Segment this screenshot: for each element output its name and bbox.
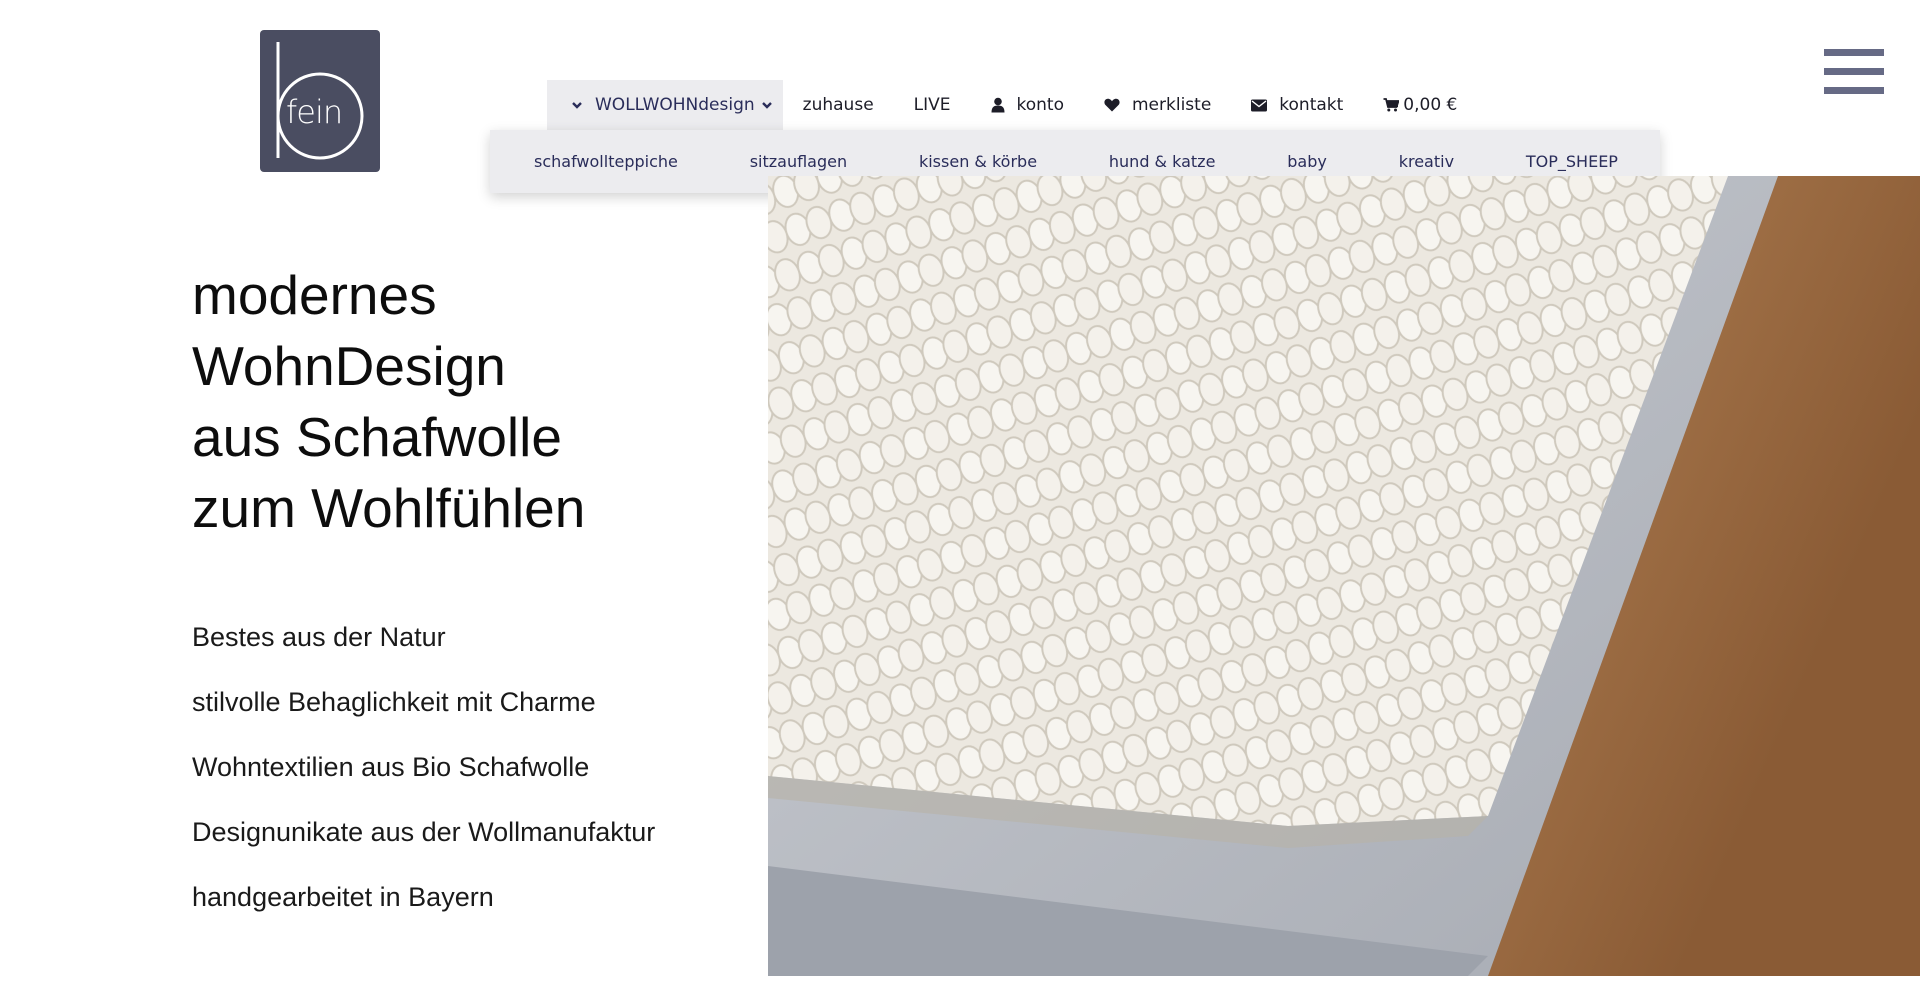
submenu-item-schafwollteppiche[interactable]: schafwollteppiche bbox=[534, 152, 678, 171]
nav-item-zuhause[interactable]: zuhause bbox=[783, 80, 894, 130]
submenu-item-kreativ[interactable]: kreativ bbox=[1399, 152, 1454, 171]
cart-total: 0,00 € bbox=[1403, 95, 1458, 115]
submenu-item-top-sheep[interactable]: TOP_SHEEP bbox=[1526, 152, 1618, 171]
user-icon bbox=[991, 97, 1005, 113]
headline-line: aus Schafwolle bbox=[192, 406, 562, 468]
nav-item-label: konto bbox=[1016, 95, 1064, 115]
hero-image bbox=[768, 176, 1920, 976]
cart-icon bbox=[1383, 98, 1400, 112]
nav-item-merkliste[interactable]: merkliste bbox=[1084, 80, 1231, 130]
nav-item-label: kontakt bbox=[1279, 95, 1344, 115]
logo[interactable]: fein bbox=[260, 30, 380, 172]
nav-item-label: LIVE bbox=[913, 95, 951, 115]
nav-item-cart[interactable]: 0,00 € bbox=[1363, 80, 1477, 130]
headline-line: WohnDesign bbox=[192, 335, 506, 397]
submenu-item-baby[interactable]: baby bbox=[1287, 152, 1327, 171]
hamburger-bar bbox=[1824, 49, 1884, 56]
feature-item: stilvolle Behaglichkeit mit Charme bbox=[192, 687, 596, 717]
heart-icon bbox=[1104, 98, 1120, 112]
hamburger-bar bbox=[1824, 87, 1884, 94]
hamburger-menu-icon[interactable] bbox=[1824, 47, 1884, 97]
top-navigation: WOLLWOHNdesign zuhause LIVE konto merkli… bbox=[547, 80, 1477, 130]
submenu-item-kissen-koerbe[interactable]: kissen & körbe bbox=[919, 152, 1037, 171]
hamburger-bar bbox=[1824, 68, 1884, 75]
feature-item: Designunikate aus der Wollmanufaktur bbox=[192, 817, 656, 847]
submenu-item-sitzauflagen[interactable]: sitzauflagen bbox=[750, 152, 847, 171]
nav-item-label: WOLLWOHNdesign bbox=[595, 95, 755, 115]
submenu-item-hund-katze[interactable]: hund & katze bbox=[1109, 152, 1216, 171]
feature-item: Bestes aus der Natur bbox=[192, 622, 446, 652]
nav-item-konto[interactable]: konto bbox=[971, 80, 1084, 130]
chevron-down-icon bbox=[761, 100, 773, 110]
headline-line: modernes bbox=[192, 264, 437, 326]
nav-item-live[interactable]: LIVE bbox=[894, 80, 971, 130]
hero-headline: modernes WohnDesign aus Schafwolle zum W… bbox=[192, 260, 752, 544]
nav-item-kontakt[interactable]: kontakt bbox=[1231, 80, 1363, 130]
chevron-down-icon bbox=[571, 100, 583, 110]
feature-item: Wohntextilien aus Bio Schafwolle bbox=[192, 752, 590, 782]
feature-list: Bestes aus der Natur stilvolle Behaglich… bbox=[192, 605, 752, 930]
nav-item-label: merkliste bbox=[1132, 95, 1212, 115]
feature-item: handgearbeitet in Bayern bbox=[192, 882, 494, 912]
nav-item-label: zuhause bbox=[802, 95, 874, 115]
logo-text: fein bbox=[286, 93, 343, 131]
envelope-icon bbox=[1251, 99, 1268, 112]
hero-photo bbox=[768, 176, 1920, 976]
nav-item-wollwohndesign[interactable]: WOLLWOHNdesign bbox=[547, 80, 783, 130]
headline-line: zum Wohlfühlen bbox=[192, 477, 586, 539]
